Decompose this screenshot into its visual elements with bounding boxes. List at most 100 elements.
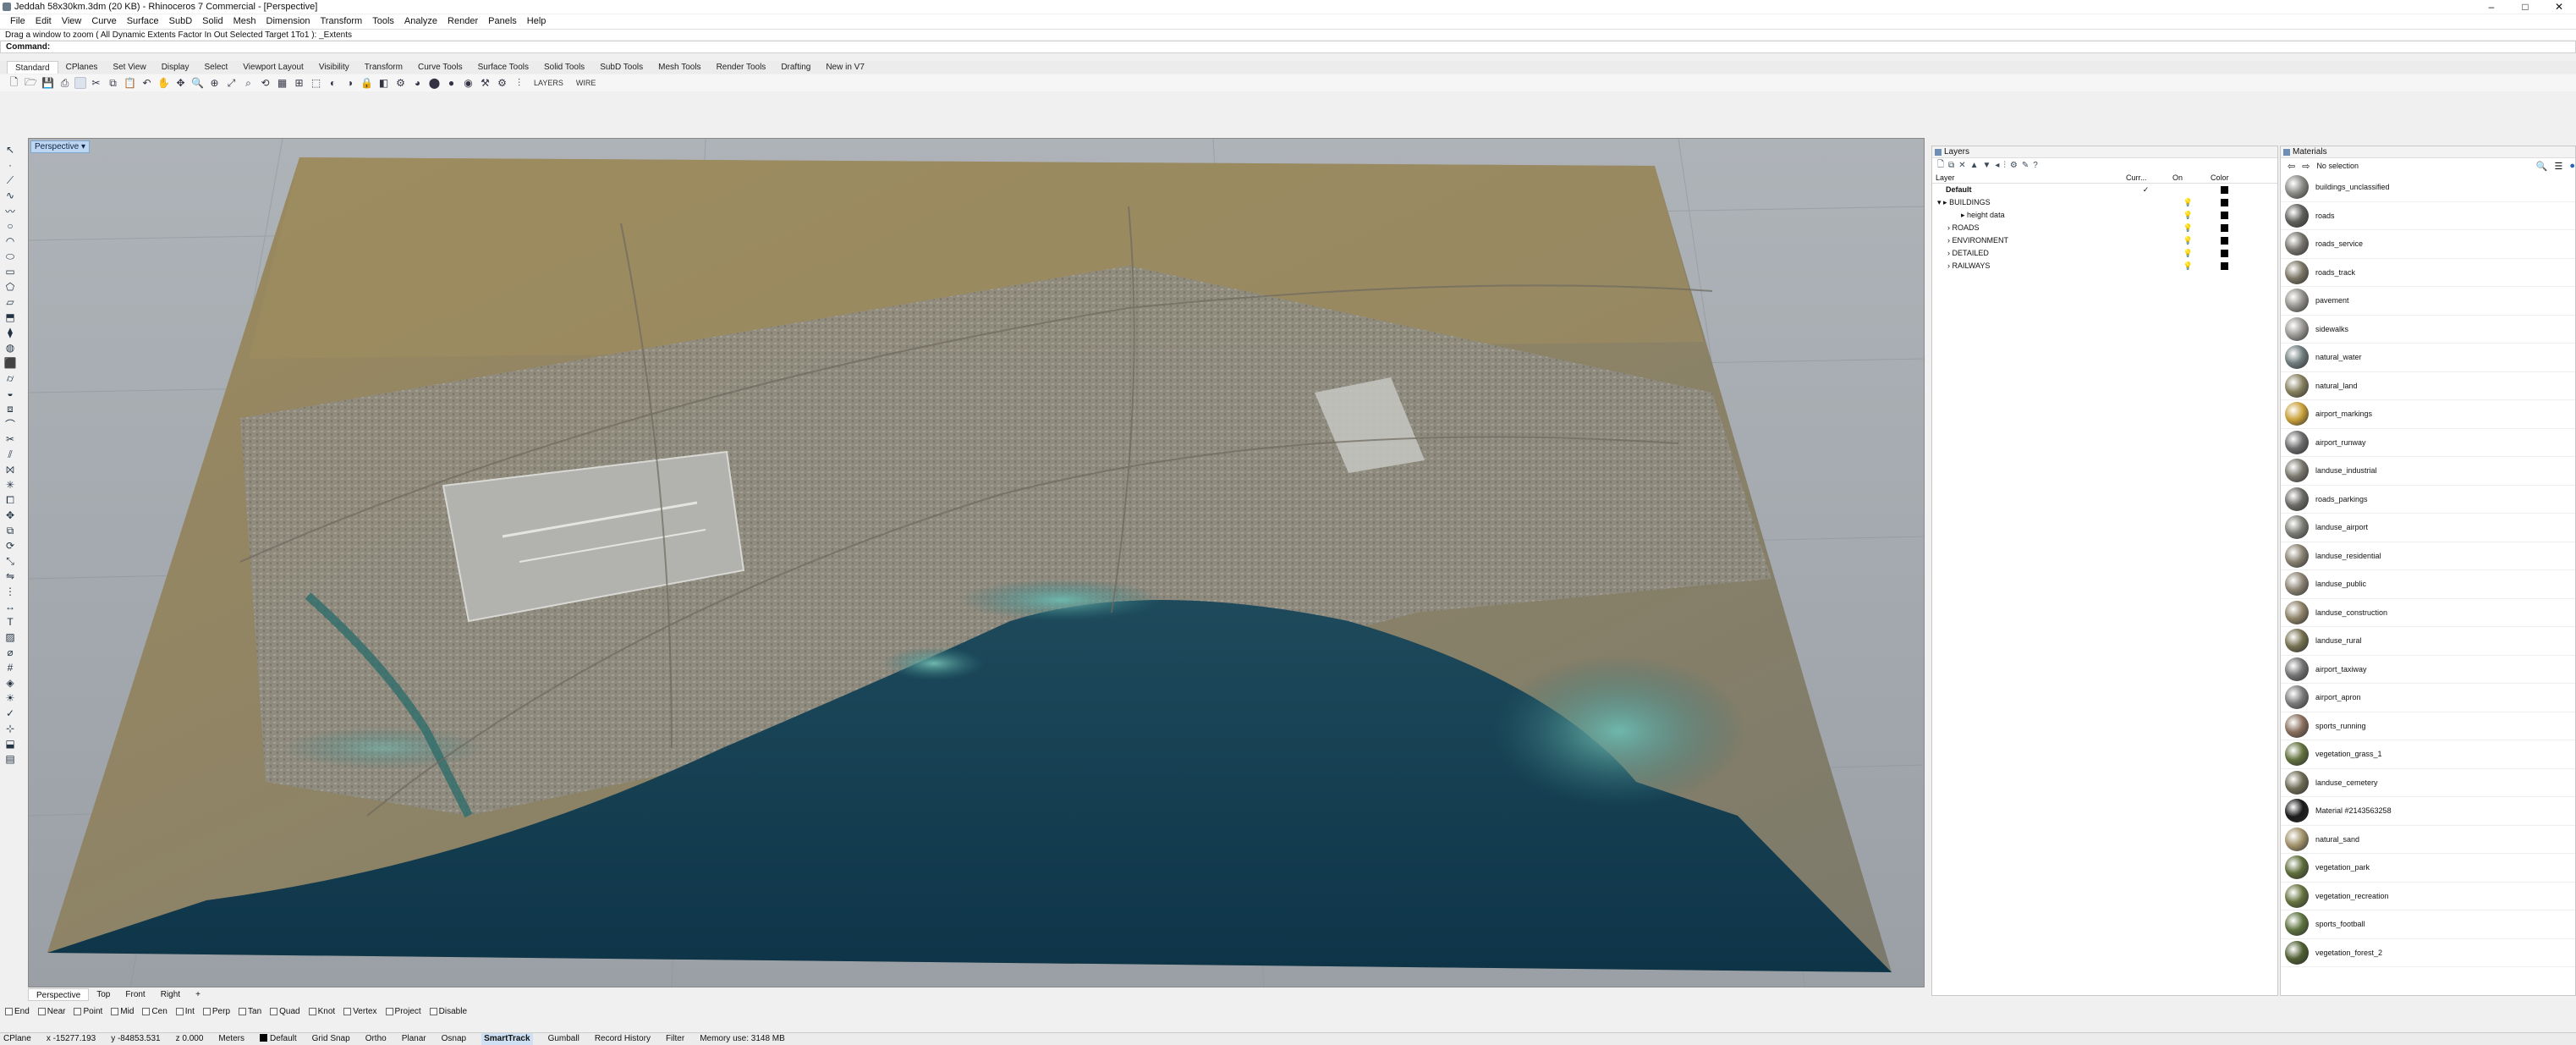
status-units[interactable]: Meters	[218, 1033, 244, 1045]
array-icon[interactable]: ⋮	[3, 585, 17, 598]
grid-icon[interactable]: #	[3, 661, 17, 674]
material-item[interactable]: vegetation_park	[2281, 854, 2575, 883]
toggle-filter[interactable]: Filter	[666, 1033, 684, 1045]
show-icon[interactable]: ◑	[343, 76, 357, 91]
mesh-icon[interactable]: ⧈	[3, 402, 17, 415]
osnap-point[interactable]: Point	[74, 1005, 102, 1018]
move-down-icon[interactable]: ▼	[1982, 161, 1991, 170]
layers-panel-title[interactable]: Layers	[1932, 146, 2277, 158]
new-layer-icon[interactable]: 🗋	[1937, 158, 1944, 173]
rotate-icon[interactable]: ⟳	[3, 539, 17, 553]
osnap-tan[interactable]: Tan	[239, 1005, 261, 1018]
layer-row[interactable]: › ROADS 💡	[1932, 222, 2277, 234]
layer-tools-icon[interactable]: ⚙	[2010, 161, 2018, 170]
menu-edit[interactable]: Edit	[30, 14, 57, 29]
menu-mesh[interactable]: Mesh	[228, 14, 261, 29]
menu-curve[interactable]: Curve	[86, 14, 121, 29]
layer-color-swatch[interactable]	[2207, 234, 2241, 247]
material-sphere-icon[interactable]: ●	[444, 76, 459, 91]
properties-icon[interactable]: ⚙	[393, 76, 408, 91]
boolean-icon[interactable]: ◒	[3, 387, 17, 400]
layer-color-swatch[interactable]	[2207, 222, 2241, 234]
tab-solid-tools[interactable]: Solid Tools	[536, 61, 592, 74]
wire-text-button[interactable]: WIRE	[571, 79, 601, 87]
rectangle-icon[interactable]: ▭	[3, 265, 17, 278]
toggle-ortho[interactable]: Ortho	[365, 1033, 387, 1045]
tab-display[interactable]: Display	[154, 61, 197, 74]
render-tools-icon[interactable]: ◈	[3, 676, 17, 690]
extrude-icon[interactable]: ⬒	[3, 311, 17, 324]
check-icon[interactable]: ✓	[3, 707, 17, 720]
expand-chevron-icon[interactable]: ▾	[1937, 198, 1942, 206]
delete-layer-icon[interactable]: ✕	[1958, 161, 1965, 170]
material-item[interactable]: roads_parkings	[2281, 486, 2575, 514]
text-icon[interactable]: T	[3, 615, 17, 629]
open-file-icon[interactable]: 🗁	[24, 76, 38, 91]
menu-render[interactable]: Render	[442, 14, 483, 29]
close-button[interactable]: ✕	[2542, 0, 2576, 14]
status-layer[interactable]: Default	[259, 1033, 297, 1045]
tab-render-tools[interactable]: Render Tools	[709, 61, 774, 74]
toggle-planar[interactable]: Planar	[402, 1033, 426, 1045]
toggle-gumball[interactable]: Gumball	[548, 1033, 579, 1045]
osnap-end[interactable]: End	[5, 1005, 30, 1018]
tab-standard[interactable]: Standard	[7, 61, 58, 74]
lightbulb-icon[interactable]: 💡	[2169, 222, 2207, 234]
maximize-button[interactable]: □	[2508, 0, 2542, 14]
material-item[interactable]: vegetation_forest_2	[2281, 939, 2575, 967]
lightbulb-icon[interactable]: 💡	[2169, 234, 2207, 247]
materials-panel-title[interactable]: Materials	[2281, 146, 2575, 158]
polyline-icon[interactable]: ⟋	[3, 173, 17, 187]
layer-color-swatch[interactable]	[2207, 260, 2241, 272]
osnap-perp[interactable]: Perp	[202, 1005, 230, 1018]
osnap-knot[interactable]: Knot	[308, 1005, 335, 1018]
current-layer-check-icon[interactable]: ✓	[2123, 184, 2169, 196]
toggle-record-history[interactable]: Record History	[595, 1033, 651, 1045]
hatch-icon[interactable]: ▨	[3, 630, 17, 644]
toggle-smarttrack[interactable]: SmartTrack	[481, 1033, 533, 1045]
material-item[interactable]: landuse_residential	[2281, 542, 2575, 570]
menu-file[interactable]: File	[5, 14, 30, 29]
layer-row[interactable]: › DETAILED 💡	[1932, 247, 2277, 260]
toggle-grid-snap[interactable]: Grid Snap	[312, 1033, 350, 1045]
box-icon[interactable]: ⬛	[3, 356, 17, 370]
move-up-icon[interactable]: ▲	[1970, 161, 1979, 170]
material-item[interactable]: natural_sand	[2281, 826, 2575, 854]
tab-curve-tools[interactable]: Curve Tools	[410, 61, 470, 74]
osnap-near[interactable]: Near	[37, 1005, 65, 1018]
save-icon[interactable]: 💾	[41, 76, 55, 91]
forward-arrow-icon[interactable]: ⇨	[2302, 161, 2310, 172]
layer-icon[interactable]: ◧	[376, 76, 391, 91]
loft-icon[interactable]: ⧫	[3, 326, 17, 339]
undo-icon[interactable]: ↶	[140, 76, 154, 91]
zoom-selected-icon[interactable]: ⌕	[241, 76, 255, 91]
layer-edit-icon[interactable]: ✎	[2022, 161, 2029, 170]
search-icon[interactable]: 🔍	[2536, 161, 2548, 172]
filter-icon[interactable]: ⫶	[2003, 161, 2006, 170]
layer-color-swatch[interactable]	[2207, 209, 2241, 222]
lock-icon[interactable]: 🔒	[360, 76, 374, 91]
material-item[interactable]: sports_running	[2281, 712, 2575, 740]
surface-icon[interactable]: ▱	[3, 295, 17, 309]
tab-transform[interactable]: Transform	[357, 61, 410, 74]
lightbulb-icon[interactable]: 💡	[2169, 196, 2207, 209]
options-icon[interactable]: ⚒	[478, 76, 492, 91]
material-item[interactable]: natural_land	[2281, 372, 2575, 400]
expand-chevron-icon[interactable]: ›	[1947, 223, 1950, 232]
lightbulb-icon[interactable]: 💡	[2169, 209, 2207, 222]
dimension-icon[interactable]: ↔	[3, 600, 17, 613]
material-item[interactable]: landuse_rural	[2281, 627, 2575, 656]
hide-icon[interactable]: ◐	[326, 76, 340, 91]
tab-drafting[interactable]: Drafting	[773, 61, 818, 74]
layer-row[interactable]: Default ✓	[1932, 184, 2277, 196]
copy-icon[interactable]: ⧉	[106, 76, 120, 91]
help-icon[interactable]: ●	[2569, 161, 2575, 171]
material-item[interactable]: landuse_public	[2281, 570, 2575, 599]
material-item[interactable]: airport_markings	[2281, 400, 2575, 429]
help-icon[interactable]: ?	[2033, 161, 2038, 170]
layout-icon[interactable]: ▤	[3, 752, 17, 766]
color-wheel-icon[interactable]: ◕	[410, 76, 425, 91]
filter-icon[interactable]: ⫶	[512, 76, 526, 91]
osnap-int[interactable]: Int	[175, 1005, 195, 1018]
layer-color-swatch[interactable]	[2207, 247, 2241, 260]
